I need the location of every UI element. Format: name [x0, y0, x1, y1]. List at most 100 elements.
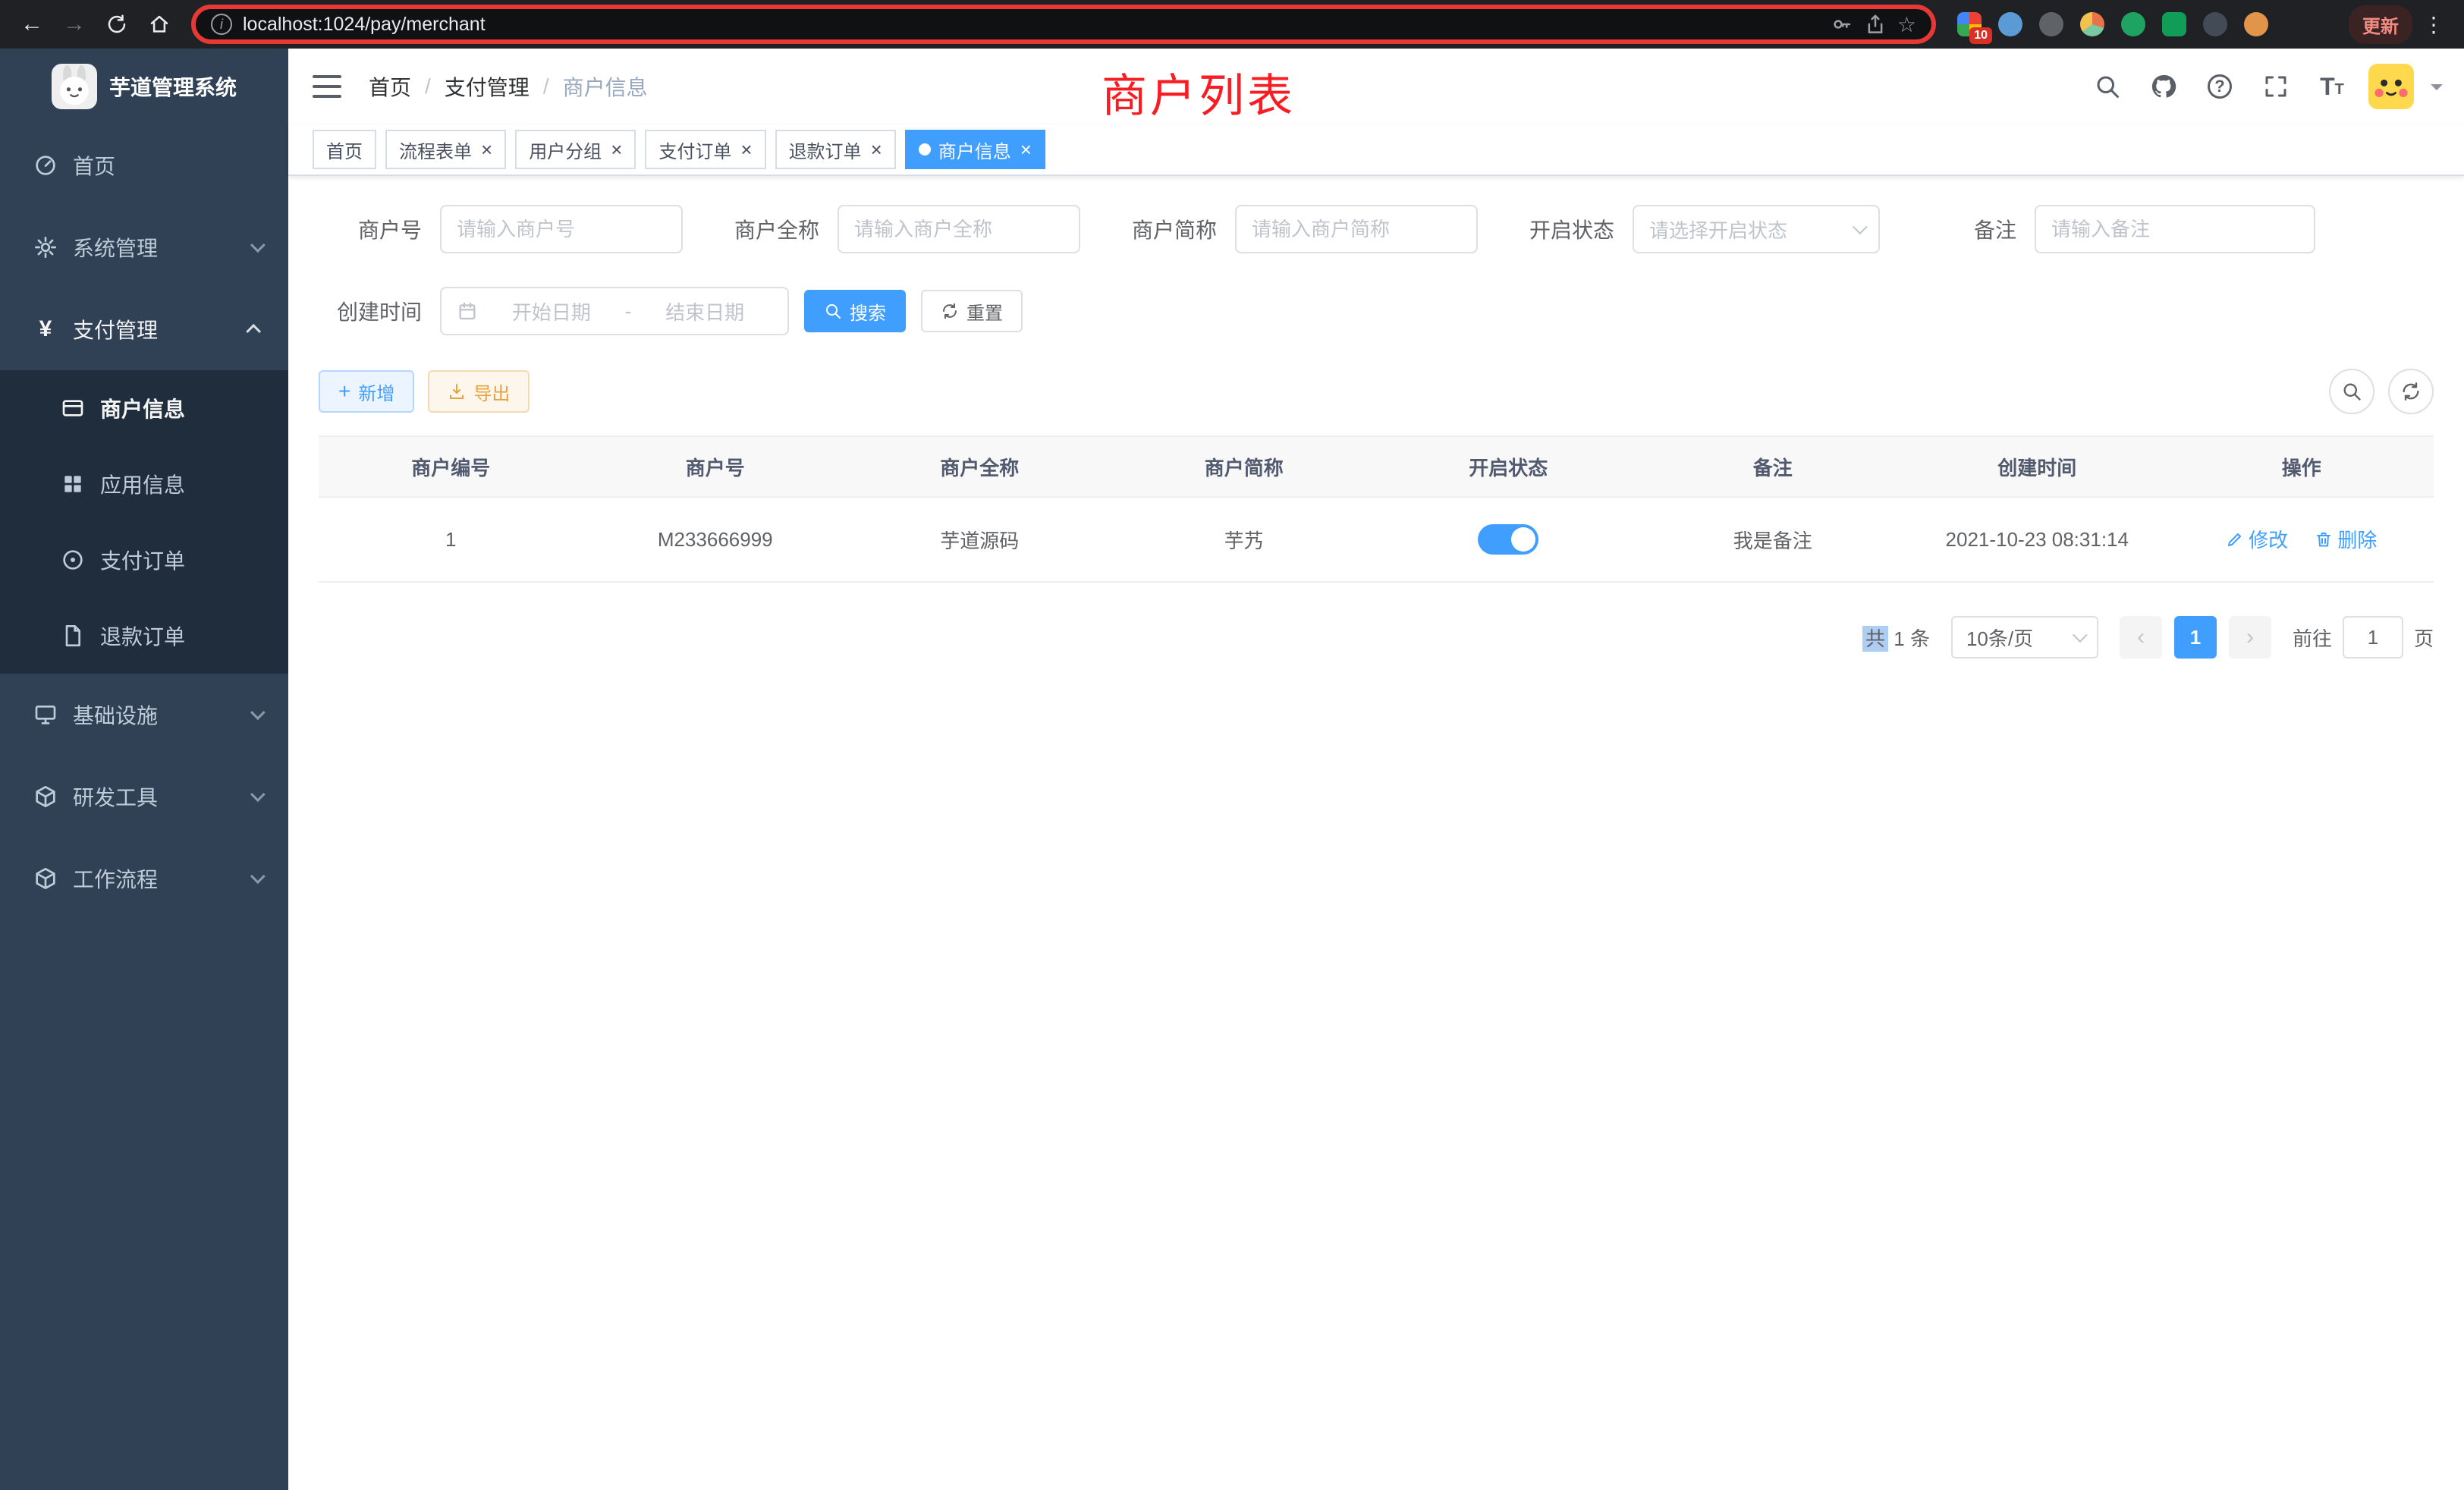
font-size-button[interactable]: TT	[2312, 67, 2352, 106]
table-row: 1 M233666999 芋道源码 芋艿 我是备注 2021-10-23 08:…	[319, 497, 2434, 582]
browser-toolbar: ← → i localhost:1024/pay/merchant ☆ 10 更…	[0, 0, 2464, 49]
trash-icon	[2315, 530, 2333, 549]
date-end-placeholder[interactable]: 结束日期	[637, 297, 772, 325]
extension-icon-green-square[interactable]	[2162, 12, 2186, 36]
browser-update-button[interactable]: 更新	[2349, 5, 2412, 44]
export-button[interactable]: 导出	[428, 370, 530, 413]
merchant-no-input[interactable]	[440, 205, 683, 253]
browser-forward-button[interactable]: →	[55, 5, 94, 44]
tab-merchant-info[interactable]: 商户信息 ×	[905, 130, 1045, 169]
full-name-label: 商户全称	[716, 214, 819, 244]
col-short-name: 商户简称	[1112, 436, 1377, 497]
table-header-row: 商户编号 商户号 商户全称 商户简称 开启状态 备注 创建时间 操作	[319, 436, 2434, 497]
create-time-range-input[interactable]: 开始日期 - 结束日期	[440, 287, 789, 335]
pay-submenu: 商户信息 应用信息 支付订单 退款订单	[0, 370, 288, 674]
fullscreen-button[interactable]	[2256, 67, 2296, 106]
extension-icon-avatar[interactable]	[2080, 12, 2104, 36]
short-name-input[interactable]	[1235, 205, 1478, 253]
remark-input[interactable]	[2035, 205, 2315, 253]
cell-remark: 我是备注	[1641, 497, 1906, 582]
bookmark-star-icon[interactable]: ☆	[1897, 12, 1916, 37]
site-info-icon[interactable]: i	[211, 14, 232, 35]
sidebar-item-label: 支付管理	[73, 314, 158, 344]
tab-process-form[interactable]: 流程表单 ×	[385, 130, 506, 169]
extension-badge: 10	[1969, 27, 1992, 44]
col-full-name: 商户全称	[847, 436, 1112, 497]
sidebar-subitem-merchant-info[interactable]: 商户信息	[0, 370, 288, 446]
edit-link[interactable]: 修改	[2226, 525, 2288, 553]
prev-page-button[interactable]: ‹	[2120, 616, 2162, 659]
refresh-icon	[2400, 381, 2422, 402]
tab-pay-order[interactable]: 支付订单 ×	[645, 130, 765, 169]
sidebar-subitem-refund-order[interactable]: 退款订单	[0, 598, 288, 674]
add-button[interactable]: + 新增	[319, 370, 414, 413]
gear-icon	[33, 235, 58, 259]
tab-home[interactable]: 首页	[313, 130, 376, 169]
sidebar-item-label: 工作流程	[73, 863, 158, 894]
github-link-button[interactable]	[2144, 67, 2183, 106]
sidebar-item-home[interactable]: 首页	[0, 124, 288, 206]
tab-close-icon[interactable]: ×	[481, 140, 492, 159]
chevron-down-icon	[250, 705, 266, 720]
extension-icon-orange[interactable]	[2244, 12, 2268, 36]
annotation-text: 商户列表	[1102, 59, 1296, 125]
header-search-button[interactable]	[2088, 67, 2127, 106]
sidebar-item-label: 商户信息	[100, 393, 185, 423]
browser-home-button[interactable]	[140, 5, 179, 44]
status-toggle[interactable]	[1478, 524, 1538, 555]
sidebar-subitem-app-info[interactable]: 应用信息	[0, 446, 288, 522]
merchant-no-label: 商户号	[319, 214, 422, 244]
extension-icon-blue[interactable]	[1998, 12, 2022, 36]
toggle-search-button[interactable]	[2329, 369, 2374, 414]
sidebar-item-system[interactable]: 系统管理	[0, 206, 288, 288]
status-select[interactable]: 请选择开启状态	[1633, 205, 1880, 253]
edit-icon	[2226, 530, 2244, 549]
tab-user-group[interactable]: 用户分组 ×	[515, 130, 636, 169]
tab-close-icon[interactable]: ×	[1020, 140, 1032, 159]
tab-close-icon[interactable]: ×	[740, 140, 752, 159]
help-button[interactable]: ?	[2200, 67, 2239, 106]
breadcrumb: 首页 / 支付管理 / 商户信息	[369, 71, 648, 102]
tab-close-icon[interactable]: ×	[871, 140, 882, 159]
goto-page-input[interactable]	[2343, 616, 2403, 659]
browser-back-button[interactable]: ←	[12, 5, 52, 44]
dashboard-icon	[33, 153, 58, 178]
delete-link[interactable]: 删除	[2315, 525, 2377, 553]
tab-close-icon[interactable]: ×	[611, 140, 622, 159]
sidebar-item-devtools[interactable]: 研发工具	[0, 756, 288, 838]
avatar-caret-icon[interactable]	[2431, 84, 2443, 96]
tab-refund-order[interactable]: 退款订单 ×	[775, 130, 896, 169]
date-start-placeholder[interactable]: 开始日期	[484, 297, 619, 325]
search-icon	[2094, 73, 2121, 100]
compass-icon	[61, 548, 85, 572]
active-tab-dot	[919, 143, 931, 156]
breadcrumb-item-home[interactable]: 首页	[369, 71, 411, 102]
refresh-table-button[interactable]	[2388, 369, 2434, 414]
search-button[interactable]: 搜索	[804, 290, 906, 332]
page-1-button[interactable]: 1	[2174, 616, 2217, 659]
page-size-select[interactable]: 10条/页	[1951, 616, 2098, 659]
url-text[interactable]: localhost:1024/pay/merchant	[243, 14, 486, 36]
browser-reload-button[interactable]	[97, 5, 137, 44]
browser-menu-button[interactable]: ⋮	[2415, 12, 2452, 37]
reset-button[interactable]: 重置	[921, 290, 1023, 332]
avatar-image	[2368, 64, 2414, 109]
address-bar[interactable]: i localhost:1024/pay/merchant ☆	[191, 5, 1936, 44]
password-key-icon[interactable]	[1831, 13, 1853, 36]
sidebar-subitem-pay-order[interactable]: 支付订单	[0, 522, 288, 598]
extension-icon-gray[interactable]	[2039, 12, 2063, 36]
date-range-separator: -	[625, 300, 632, 323]
next-page-button[interactable]: ›	[2229, 616, 2271, 659]
sidebar-item-workflow[interactable]: 工作流程	[0, 838, 288, 919]
breadcrumb-item-pay[interactable]: 支付管理	[445, 71, 530, 102]
extension-icon-green-circle[interactable]	[2121, 12, 2145, 36]
share-icon[interactable]	[1864, 13, 1887, 36]
full-name-input[interactable]	[838, 205, 1080, 253]
sidebar-logo[interactable]: 芋道管理系统	[0, 49, 288, 124]
hamburger-button[interactable]	[313, 75, 341, 98]
user-avatar[interactable]	[2368, 64, 2414, 109]
sidebar-item-infrastructure[interactable]: 基础设施	[0, 674, 288, 756]
sidebar-item-pay[interactable]: ¥ 支付管理	[0, 288, 288, 370]
extension-icon-colorful[interactable]: 10	[1957, 12, 1982, 36]
extension-icon-dark[interactable]	[2203, 12, 2227, 36]
